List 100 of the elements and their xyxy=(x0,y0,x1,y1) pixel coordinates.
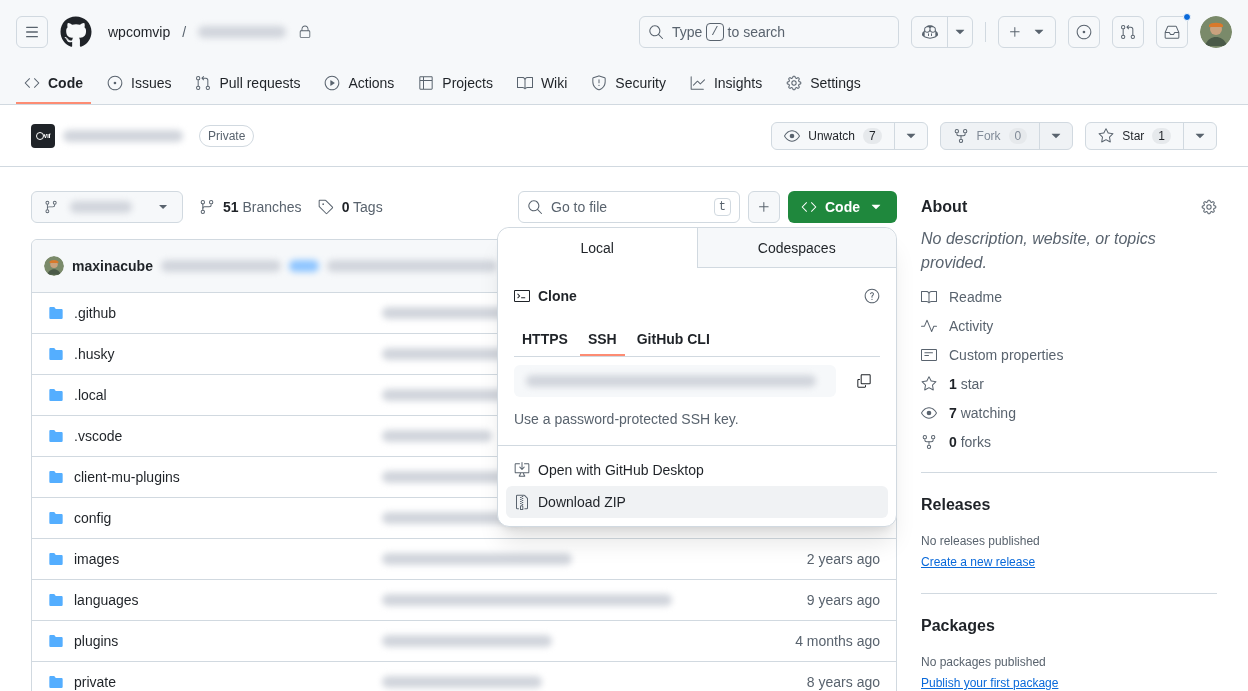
folder-icon xyxy=(48,592,64,608)
commit-time: 4 months ago xyxy=(795,632,880,651)
plus-icon xyxy=(756,199,772,215)
inbox-icon xyxy=(1164,24,1180,40)
repo-tab[interactable]: Wiki xyxy=(508,64,576,104)
menu-item[interactable]: Download ZIP xyxy=(506,486,888,518)
folder-icon xyxy=(48,674,64,690)
file-name[interactable]: images xyxy=(74,549,382,569)
about-link[interactable]: 1 star xyxy=(921,374,1217,394)
repo-tab[interactable]: Projects xyxy=(410,64,501,104)
empty-note: No packages published xyxy=(921,654,1047,670)
file-name[interactable]: config xyxy=(74,508,382,528)
tag-icon xyxy=(317,199,334,215)
path-separator: / xyxy=(182,23,187,42)
about-link[interactable]: 0 forks xyxy=(921,432,1217,452)
search-field[interactable]: Type / to search xyxy=(639,16,899,48)
repo-tab[interactable]: Security xyxy=(583,64,674,104)
search-hint: to search xyxy=(727,23,786,42)
desktop-download-icon xyxy=(514,462,530,478)
protocol-tab[interactable]: SSH xyxy=(579,324,625,356)
folder-icon xyxy=(48,510,64,526)
code-button[interactable]: Code xyxy=(788,191,897,223)
clone-tab[interactable]: Codespaces xyxy=(696,228,896,268)
org-logo-icon xyxy=(31,123,55,148)
about-description: No description, website, or topics provided. xyxy=(921,229,1157,273)
empty-note: No releases published xyxy=(921,533,1041,549)
octocat-logo-icon xyxy=(60,16,92,48)
create-new-button[interactable] xyxy=(998,16,1056,48)
file-name[interactable]: .github xyxy=(74,303,382,323)
clone-title: Clone xyxy=(538,287,578,306)
plus-icon xyxy=(1007,24,1023,40)
redacted-text xyxy=(288,260,319,272)
about-heading: About xyxy=(921,197,969,217)
menu-button[interactable] xyxy=(16,16,48,48)
code-icon xyxy=(801,199,817,215)
lock-icon xyxy=(298,25,313,39)
commit-time: 8 years ago xyxy=(806,673,880,691)
owner-link[interactable]: wpcomvip xyxy=(108,22,171,42)
pull-requests-button[interactable] xyxy=(1112,16,1144,48)
about-link[interactable]: Readme xyxy=(921,287,1217,307)
go-to-file-field[interactable]: Go to file t xyxy=(518,191,740,223)
commit-author[interactable]: maxinacube xyxy=(72,256,153,276)
repo-tab[interactable]: Code xyxy=(16,64,91,104)
file-name[interactable]: .vscode xyxy=(74,426,382,446)
clone-tab[interactable]: Local xyxy=(498,228,697,268)
repo-tab[interactable]: Pull requests xyxy=(187,64,309,104)
pulse-icon xyxy=(921,318,937,334)
note-icon xyxy=(921,347,937,363)
avatar xyxy=(44,256,64,276)
graph-icon xyxy=(689,75,706,91)
eye-icon xyxy=(784,127,801,144)
avatar xyxy=(1200,16,1232,48)
book-icon xyxy=(516,75,533,91)
repo-tab[interactable]: Issues xyxy=(99,64,180,104)
issue-icon xyxy=(107,75,123,91)
file-name[interactable]: private xyxy=(74,672,382,691)
eye-icon xyxy=(921,405,937,421)
folder-icon xyxy=(48,551,64,567)
inbox-button[interactable] xyxy=(1156,16,1188,48)
file-name[interactable]: .local xyxy=(74,385,382,405)
issues-button[interactable] xyxy=(1068,16,1100,48)
play-icon xyxy=(324,75,341,91)
counter: 1 xyxy=(1152,127,1171,144)
folder-icon xyxy=(48,633,64,649)
menu-item[interactable]: Open with GitHub Desktop xyxy=(506,454,888,486)
settings-icon xyxy=(786,75,803,91)
folder-icon xyxy=(48,469,64,485)
counter: 0 xyxy=(1008,127,1028,144)
branch-icon xyxy=(199,199,215,215)
table-icon xyxy=(418,75,435,91)
protocol-tab[interactable]: GitHub CLI xyxy=(628,324,718,356)
file-name[interactable]: languages xyxy=(74,590,382,610)
about-link[interactable]: Activity xyxy=(921,316,1217,336)
file-name[interactable]: client-mu-plugins xyxy=(74,467,382,487)
pull-request-icon xyxy=(1120,24,1136,40)
folder-icon xyxy=(48,346,64,362)
repo-tab[interactable]: Settings xyxy=(778,64,869,104)
folder-icon xyxy=(48,387,64,403)
settings-icon xyxy=(1201,199,1217,215)
about-link[interactable]: Custom properties xyxy=(921,345,1217,365)
star-icon xyxy=(921,376,937,392)
section-link[interactable]: Publish your first package xyxy=(921,676,1059,690)
protocol-tab[interactable]: HTTPS xyxy=(514,324,576,356)
file-name[interactable]: .husky xyxy=(74,344,382,364)
pull-request-icon xyxy=(195,75,212,91)
folder-icon xyxy=(48,428,64,444)
repo-tab[interactable]: Insights xyxy=(681,64,771,104)
file-name[interactable]: plugins xyxy=(74,631,382,651)
commit-time: 9 years ago xyxy=(806,591,880,610)
about-link[interactable]: 7 watching xyxy=(921,403,1217,423)
clone-url-field[interactable] xyxy=(514,365,836,397)
section-heading: Releases xyxy=(921,495,992,515)
search-icon xyxy=(648,24,664,40)
repo-tab[interactable]: Actions xyxy=(316,64,403,104)
branches-link[interactable]: 51 Branches xyxy=(199,197,302,217)
fork-icon xyxy=(921,434,937,450)
section-link[interactable]: Create a new release xyxy=(921,555,1036,569)
shield-icon xyxy=(591,75,608,91)
counter: 7 xyxy=(862,127,882,144)
tags-link[interactable]: 0 Tags xyxy=(317,197,383,217)
